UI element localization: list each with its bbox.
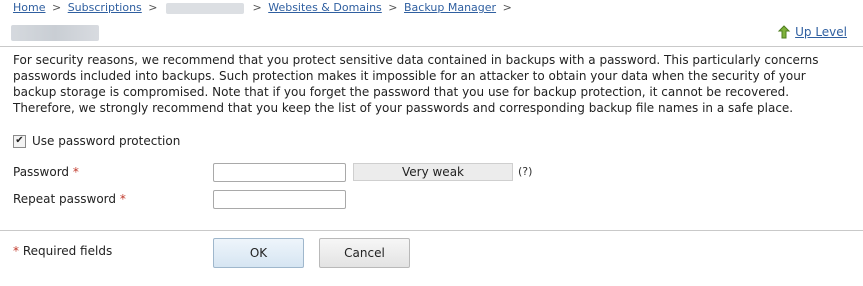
password-strength-text: Very weak bbox=[401, 165, 464, 179]
breadcrumb-redacted-item[interactable] bbox=[166, 2, 244, 14]
breadcrumb-separator: > bbox=[252, 1, 262, 14]
password-label-row: Password * bbox=[13, 165, 79, 179]
breadcrumb-subscriptions-link[interactable]: Subscriptions bbox=[68, 1, 142, 14]
use-password-checkbox[interactable]: ✔ bbox=[13, 134, 26, 148]
password-strength-meter: Very weak bbox=[353, 163, 513, 181]
page-title-redacted bbox=[11, 25, 99, 41]
required-asterisk: * bbox=[119, 192, 126, 206]
up-arrow-icon bbox=[777, 25, 791, 39]
breadcrumb-websites-domains-link[interactable]: Websites & Domains bbox=[268, 1, 382, 14]
form-divider bbox=[0, 230, 863, 231]
use-password-label: Use password protection bbox=[32, 134, 181, 148]
breadcrumb-backup-manager-link[interactable]: Backup Manager bbox=[404, 1, 496, 14]
up-level-label: Up Level bbox=[795, 25, 847, 39]
password-help-link[interactable]: (?) bbox=[518, 165, 532, 178]
required-asterisk: * bbox=[72, 165, 79, 179]
repeat-password-label-row: Repeat password * bbox=[13, 192, 126, 206]
password-input[interactable] bbox=[213, 163, 346, 182]
required-fields-note: * Required fields bbox=[13, 244, 112, 258]
header-divider bbox=[0, 46, 863, 47]
repeat-password-input[interactable] bbox=[213, 190, 346, 209]
ok-button[interactable]: OK bbox=[213, 238, 304, 268]
breadcrumb-home-link[interactable]: Home bbox=[13, 1, 45, 14]
up-level-link[interactable]: Up Level bbox=[777, 25, 847, 39]
use-password-row[interactable]: ✔ Use password protection bbox=[13, 134, 180, 148]
repeat-password-label: Repeat password bbox=[13, 192, 117, 206]
breadcrumb-separator: > bbox=[388, 1, 398, 14]
required-asterisk: * bbox=[13, 244, 19, 258]
breadcrumb: Home > Subscriptions > > Websites & Doma… bbox=[13, 1, 515, 14]
password-label: Password bbox=[13, 165, 70, 179]
required-fields-label: Required fields bbox=[22, 244, 113, 258]
breadcrumb-separator: > bbox=[148, 1, 158, 14]
security-info-text: For security reasons, we recommend that … bbox=[13, 53, 819, 115]
breadcrumb-separator: > bbox=[502, 1, 512, 14]
cancel-button[interactable]: Cancel bbox=[319, 238, 410, 268]
breadcrumb-separator: > bbox=[51, 1, 62, 14]
